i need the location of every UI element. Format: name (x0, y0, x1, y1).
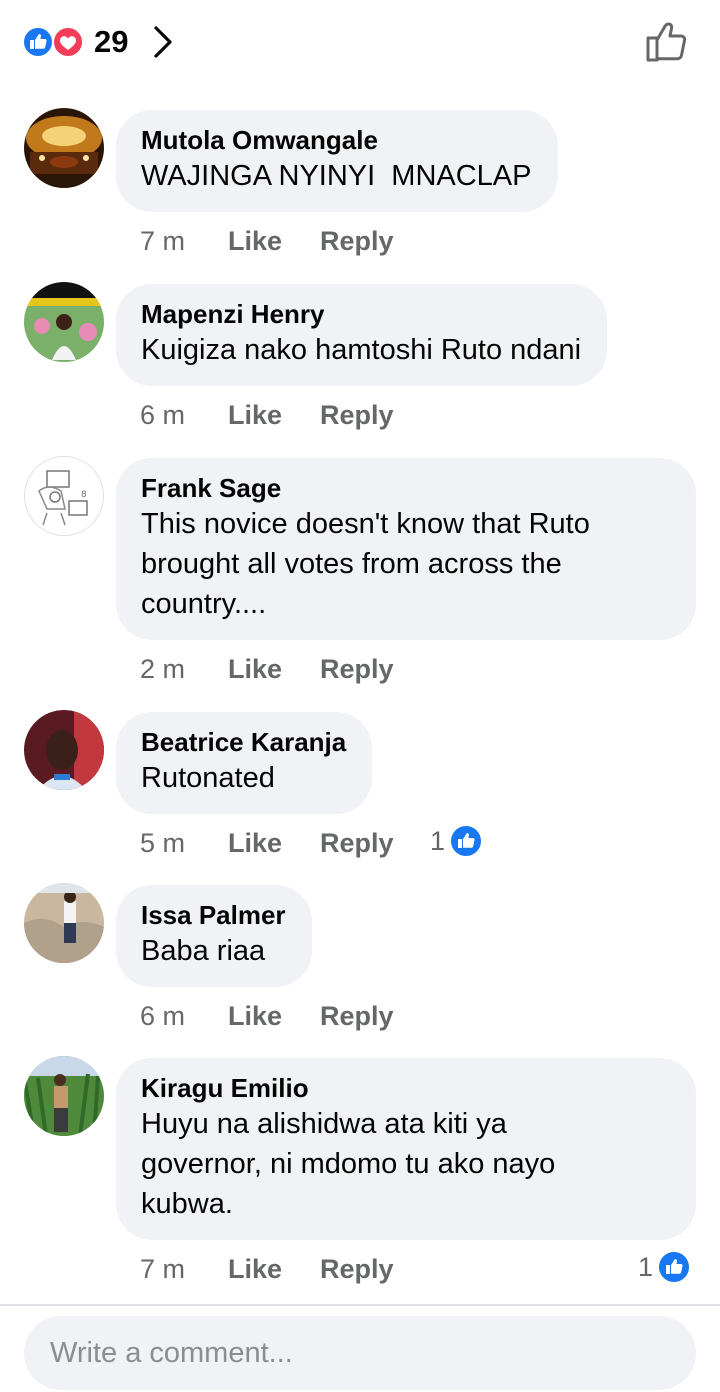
reply-button[interactable]: Reply (320, 1249, 394, 1289)
comment-text: Kuigiza nako hamtoshi Ruto ndani (141, 334, 582, 366)
reply-button[interactable]: Reply (320, 823, 394, 863)
avatar[interactable] (24, 108, 104, 188)
comment-bubble[interactable]: Beatrice Karanja Rutonated (116, 712, 373, 814)
divider (0, 1304, 720, 1306)
comment-author[interactable]: Mapenzi Henry (141, 298, 581, 330)
comment-time[interactable]: 6 m (140, 395, 185, 435)
like-icon (657, 1250, 692, 1284)
reply-button[interactable]: Reply (320, 996, 394, 1036)
reactions-header: 29 (0, 0, 720, 88)
avatar[interactable] (24, 1056, 104, 1136)
comment-reaction-count: 1 (430, 825, 446, 856)
comment-author[interactable]: Beatrice Karanja (141, 726, 346, 758)
like-icon (449, 824, 484, 858)
comment-text: Baba riaa (141, 935, 266, 967)
comment-author[interactable]: Issa Palmer (141, 899, 286, 931)
like-button[interactable]: Like (228, 221, 282, 261)
comment-time[interactable]: 7 m (140, 221, 185, 261)
comment-time[interactable]: 2 m (140, 649, 185, 689)
comment-bubble[interactable]: Kiragu Emilio Huyu na alishidwa ata kiti… (116, 1058, 696, 1240)
comment-text: WAJINGA NYINYI MNACLAP (141, 160, 532, 192)
comment-author[interactable]: Frank Sage (141, 472, 670, 504)
reply-button[interactable]: Reply (320, 221, 394, 261)
comment-text: Rutonated (141, 762, 275, 794)
love-icon (52, 26, 84, 58)
thumbs-up-icon[interactable] (644, 18, 690, 64)
chevron-right-icon[interactable] (150, 24, 176, 60)
comment-reactions[interactable]: 1 (430, 821, 484, 861)
comment-text: This novice doesn't know that Ruto broug… (141, 508, 590, 620)
comment-input[interactable] (24, 1316, 696, 1390)
avatar[interactable] (24, 710, 104, 790)
comment-bubble[interactable]: Mutola Omwangale WAJINGA NYINYI MNACLAP (116, 110, 558, 212)
comment-author[interactable]: Kiragu Emilio (141, 1072, 670, 1104)
comment-author[interactable]: Mutola Omwangale (141, 124, 532, 156)
comment-reactions[interactable]: 1 (638, 1247, 692, 1287)
comment-composer[interactable] (24, 1316, 696, 1390)
like-button[interactable]: Like (228, 1249, 282, 1289)
comment-text: Huyu na alishidwa ata kiti ya governor, … (141, 1108, 556, 1220)
reaction-summary-icons[interactable] (22, 26, 88, 58)
comment-bubble[interactable]: Mapenzi Henry Kuigiza nako hamtoshi Ruto… (116, 284, 608, 386)
svg-text:8: 8 (81, 490, 87, 500)
like-button[interactable]: Like (228, 996, 282, 1036)
like-button[interactable]: Like (228, 823, 282, 863)
reply-button[interactable]: Reply (320, 395, 394, 435)
avatar[interactable]: 8 (24, 456, 104, 536)
avatar[interactable] (24, 282, 104, 362)
comment-bubble[interactable]: Issa Palmer Baba riaa (116, 885, 312, 987)
avatar[interactable] (24, 883, 104, 963)
reaction-count[interactable]: 29 (94, 22, 128, 62)
comment-time[interactable]: 5 m (140, 823, 185, 863)
like-button[interactable]: Like (228, 395, 282, 435)
comment-time[interactable]: 6 m (140, 996, 185, 1036)
like-button[interactable]: Like (228, 649, 282, 689)
comment-reaction-count: 1 (638, 1251, 654, 1282)
reply-button[interactable]: Reply (320, 649, 394, 689)
like-icon (22, 26, 54, 58)
comment-bubble[interactable]: Frank Sage This novice doesn't know that… (116, 458, 696, 640)
comment-time[interactable]: 7 m (140, 1249, 185, 1289)
